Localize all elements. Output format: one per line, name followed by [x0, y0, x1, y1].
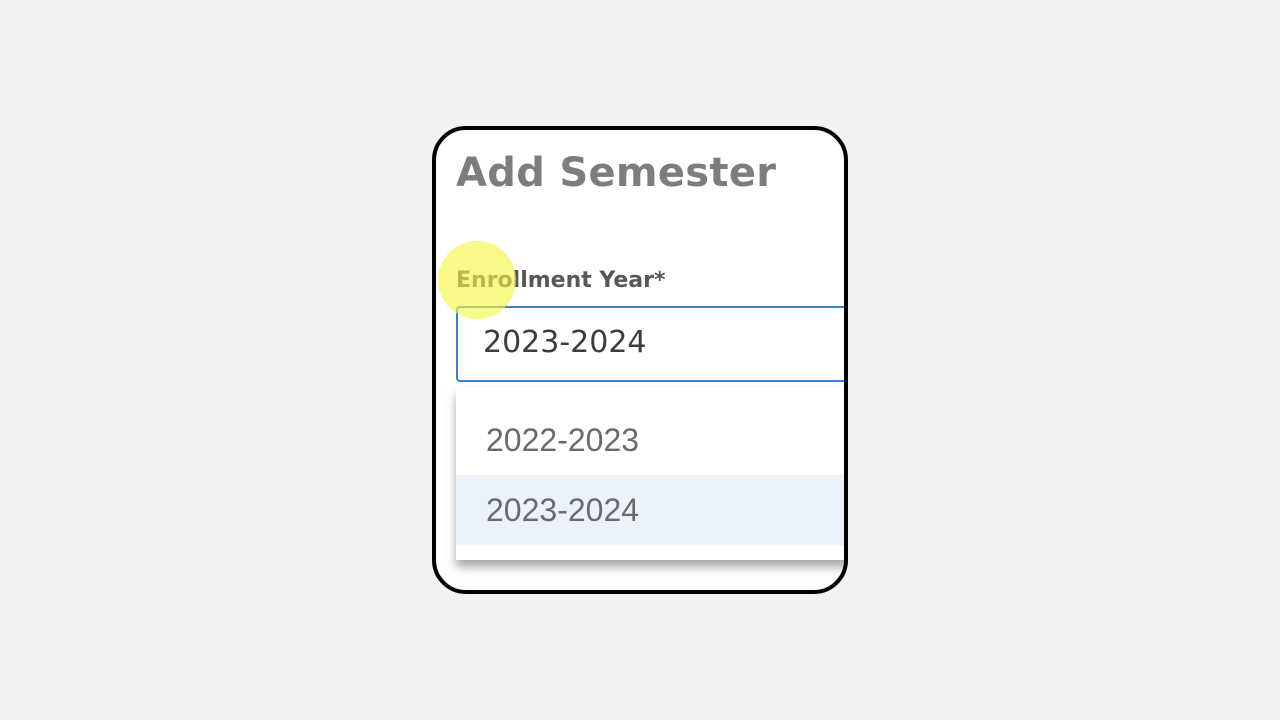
enrollment-year-dropdown: 2022-2023 2023-2024 [456, 388, 844, 560]
dropdown-option-2022-2023[interactable]: 2022-2023 [456, 405, 844, 475]
enrollment-year-label: Enrollment Year* [456, 268, 666, 293]
enrollment-year-selected-value: 2023-2024 [483, 325, 647, 360]
page-title: Add Semester [456, 150, 777, 196]
add-semester-dialog: Add Semester Enrollment Year* 2023-2024 … [432, 126, 848, 594]
dropdown-option-2023-2024[interactable]: 2023-2024 [456, 475, 844, 545]
enrollment-year-select[interactable]: 2023-2024 [456, 306, 844, 382]
